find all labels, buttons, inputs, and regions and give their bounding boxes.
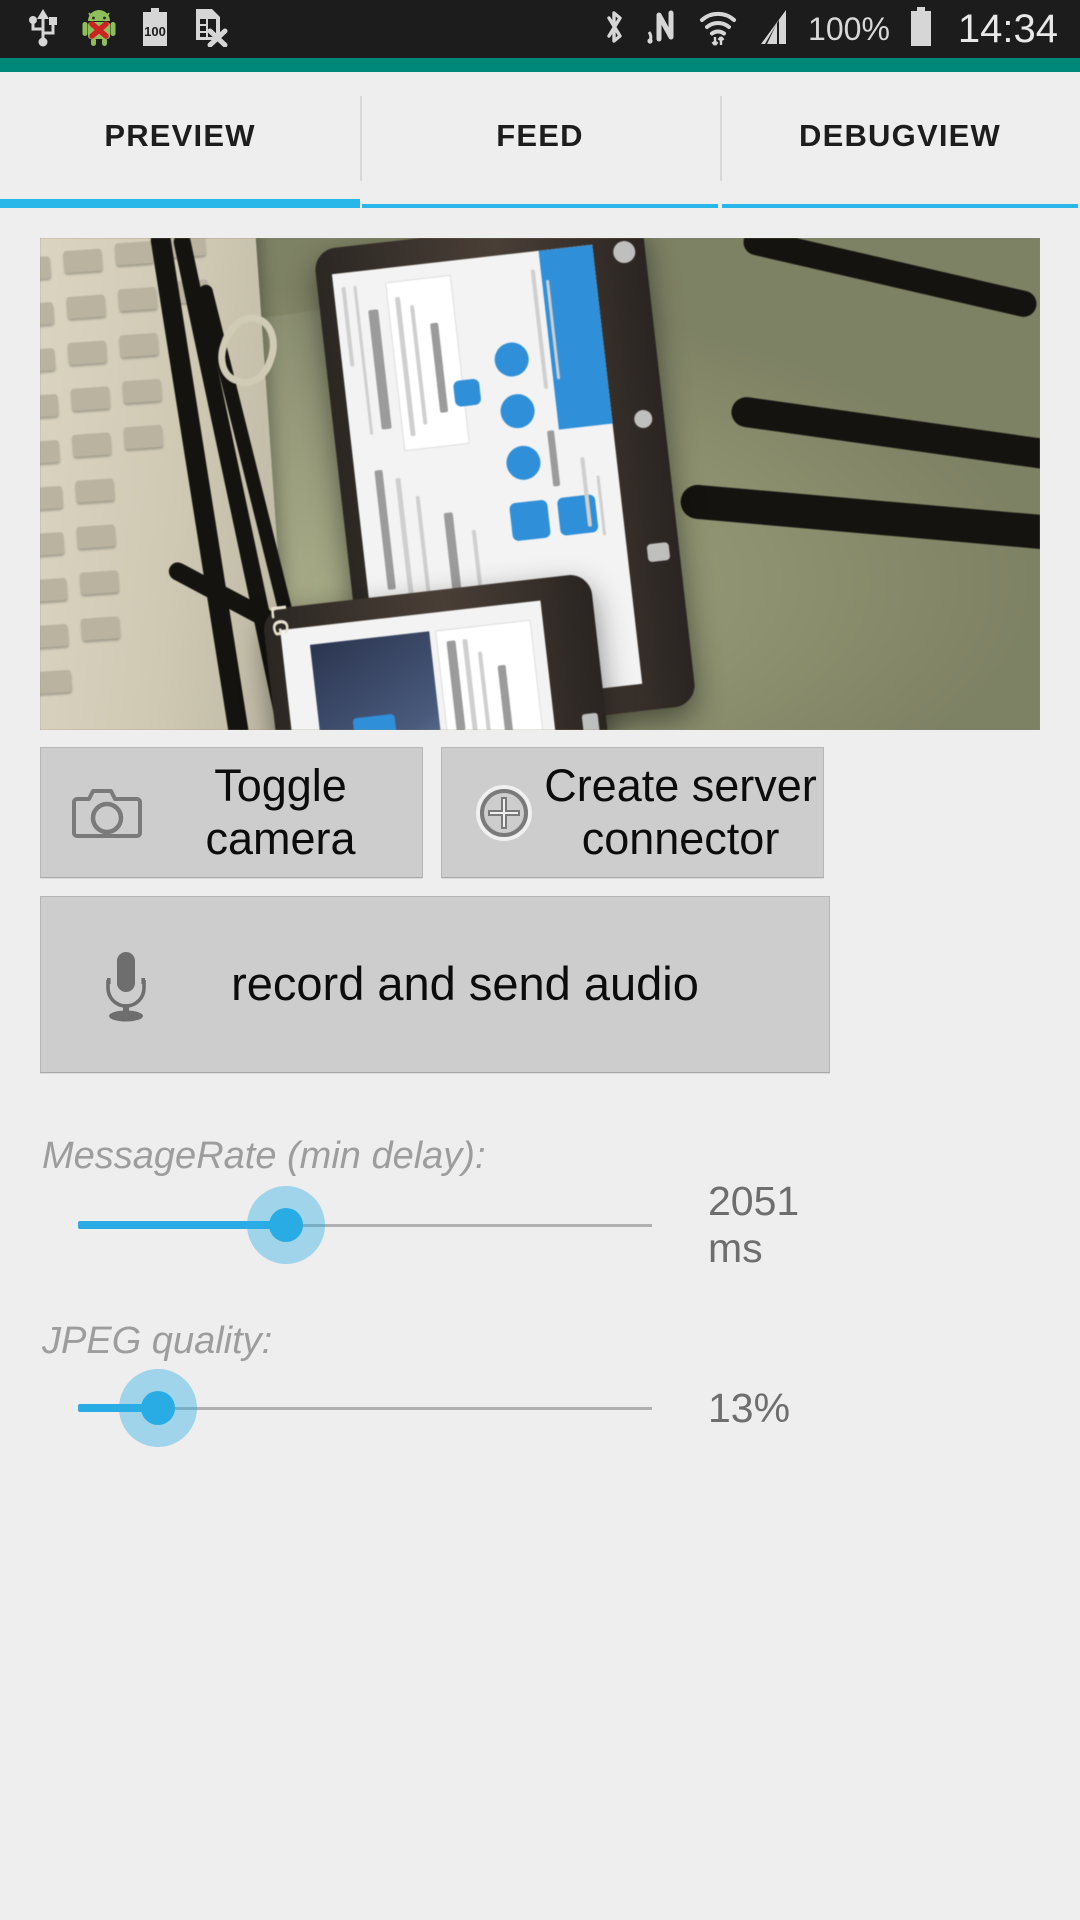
message-rate-slider-block: MessageRate (min delay): 2051 ms (40, 1135, 1040, 1272)
wifi-icon (698, 7, 738, 52)
camera-icon (69, 783, 145, 843)
phone-2-screen (280, 600, 586, 730)
jpeg-quality-row: 13% (40, 1363, 1040, 1453)
tab-bar: PREVIEW FEED DEBUGVIEW (0, 72, 1080, 199)
tab-preview[interactable]: PREVIEW (0, 72, 360, 199)
action-button-row: Toggle camera Create server connector (40, 747, 1040, 878)
toggle-camera-label: Toggle camera (205, 760, 356, 864)
status-bar-right-icons: 100% 14:34 (600, 6, 1080, 53)
create-server-connector-button[interactable]: Create server connector (441, 747, 824, 878)
svg-text:100: 100 (144, 24, 166, 39)
jpeg-quality-value: 13% (680, 1385, 900, 1432)
message-rate-unit: ms (708, 1225, 763, 1272)
tab-indicator-preview (0, 199, 360, 208)
message-rate-number: 2051 (708, 1178, 800, 1224)
tab-indicator-feed (360, 199, 720, 208)
battery-percent-label: 100% (808, 11, 890, 47)
tab-debugview[interactable]: DEBUGVIEW (720, 72, 1080, 199)
create-server-connector-label: Create server connector (544, 760, 817, 864)
bluetooth-icon (600, 7, 628, 52)
tab-indicator-row (0, 199, 1080, 208)
tab-feed-label: FEED (496, 117, 584, 153)
status-bar-left-icons: 100 (0, 7, 228, 52)
status-bar-clock: 14:34 (957, 7, 1058, 51)
microphone-icon (93, 944, 159, 1026)
record-audio-label: record and send audio (231, 957, 699, 1011)
sim-card-error-icon (192, 7, 228, 52)
toggle-camera-button[interactable]: Toggle camera (40, 747, 423, 878)
jpeg-quality-label: JPEG quality: (42, 1320, 273, 1363)
jpeg-quality-slider-block: JPEG quality: 13% (40, 1320, 1040, 1453)
android-error-icon (80, 7, 118, 52)
usb-icon (28, 7, 58, 52)
status-bar: 100 100% 14:34 (0, 0, 1080, 58)
lg-brand-logo: LG (265, 603, 295, 639)
preview-tab-content: LG Toggle camera Create server connector… (0, 238, 1080, 1920)
nfc-icon (646, 7, 680, 52)
record-audio-button[interactable]: record and send audio (40, 896, 830, 1073)
app-accent-bar (0, 58, 1080, 72)
tab-feed[interactable]: FEED (360, 72, 720, 199)
battery-full-icon (908, 6, 934, 53)
message-rate-value: 2051 ms (680, 1178, 900, 1272)
tab-debugview-label: DEBUGVIEW (799, 117, 1001, 153)
preview-photo: LG (40, 238, 1040, 730)
message-rate-slider[interactable] (40, 1180, 680, 1270)
battery-100-icon: 100 (140, 7, 170, 52)
jpeg-quality-number: 13% (708, 1384, 791, 1431)
cellular-signal-icon (756, 7, 790, 52)
camera-preview-image: LG (40, 238, 1040, 730)
message-rate-row: 2051 ms (40, 1178, 1040, 1272)
jpeg-quality-slider[interactable] (40, 1363, 680, 1453)
plus-circle-icon (468, 780, 544, 846)
message-rate-label: MessageRate (min delay): (42, 1135, 486, 1177)
tab-indicator-debugview (720, 199, 1080, 208)
message-rate-thumb[interactable] (269, 1208, 303, 1243)
tab-preview-label: PREVIEW (104, 117, 256, 153)
